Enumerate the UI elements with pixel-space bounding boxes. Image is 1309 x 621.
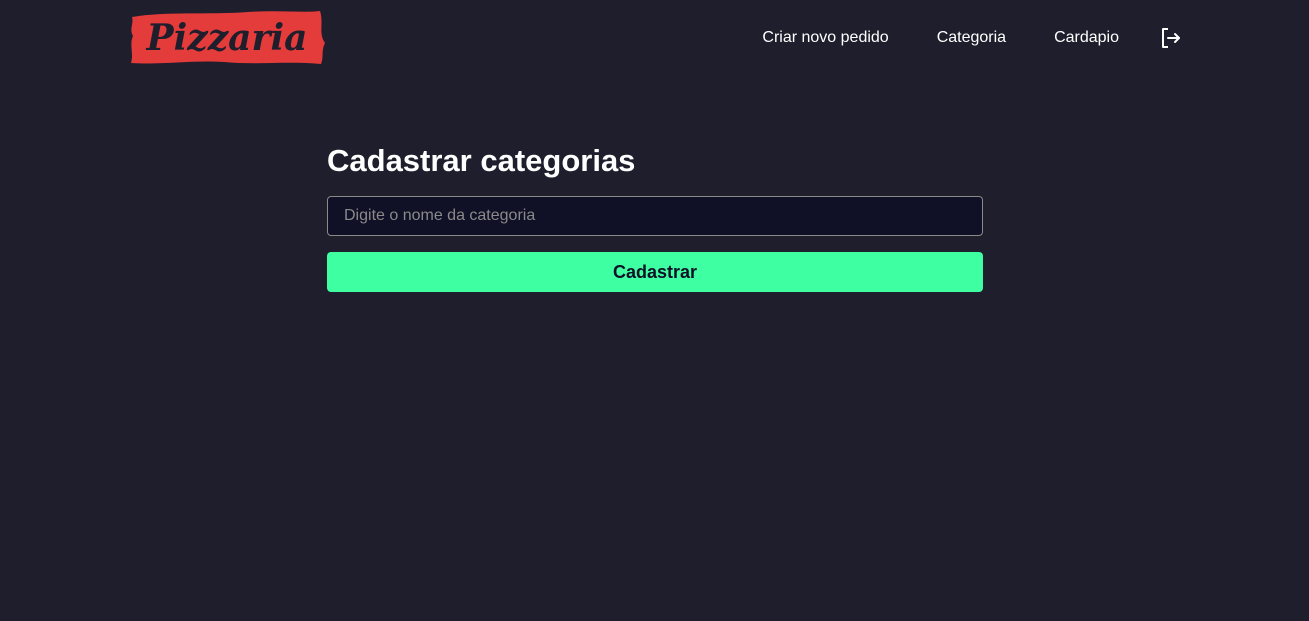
logo-text: Pizzaria xyxy=(146,17,308,59)
header: Pizzaria Criar novo pedido Categoria Car… xyxy=(0,0,1309,80)
main-nav: Criar novo pedido Categoria Cardapio xyxy=(762,26,1183,50)
nav-criar-novo-pedido[interactable]: Criar novo pedido xyxy=(762,26,888,50)
category-name-input[interactable] xyxy=(327,196,983,236)
page-title: Cadastrar categorias xyxy=(327,143,636,178)
nav-categoria[interactable]: Categoria xyxy=(937,26,1006,50)
main-content: Cadastrar categorias Cadastrar xyxy=(327,140,983,292)
nav-cardapio[interactable]: Cardapio xyxy=(1054,26,1119,50)
pizzaria-logo[interactable]: Pizzaria xyxy=(128,9,326,66)
logout-button[interactable] xyxy=(1159,26,1183,50)
logout-icon xyxy=(1162,28,1180,48)
cadastrar-button[interactable]: Cadastrar xyxy=(327,252,983,292)
category-form: Cadastrar xyxy=(327,196,983,292)
